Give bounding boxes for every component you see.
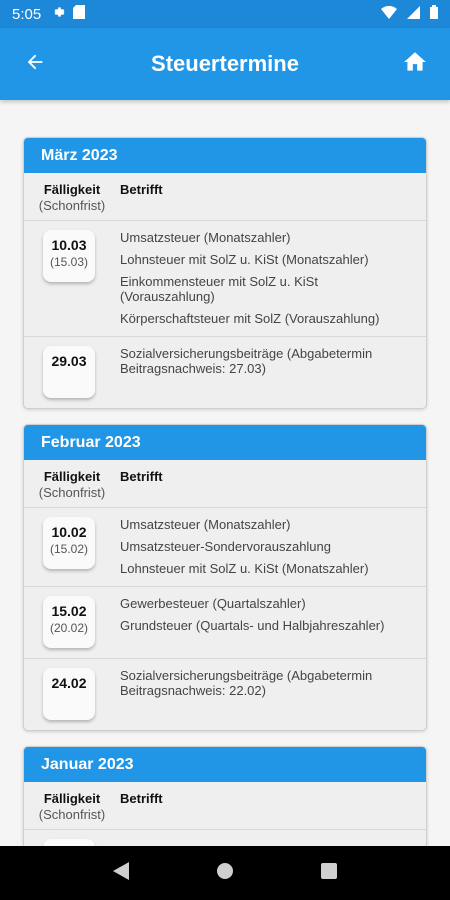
- square-recents-icon: [320, 862, 337, 879]
- grace-date: (20.02): [49, 621, 89, 635]
- date-badge: [43, 839, 95, 846]
- month-title: Februar 2023: [24, 425, 426, 460]
- date-row[interactable]: 24.02 Sozialversicherungsbeiträge (Abgab…: [24, 659, 426, 730]
- grace-date: (15.03): [49, 255, 89, 269]
- tax-item: Umsatzsteuer (Monatszahler): [120, 230, 291, 245]
- back-button[interactable]: [0, 28, 70, 100]
- tax-item: Gewerbesteuer (Quartalszahler): [120, 596, 306, 611]
- circle-home-icon: [216, 862, 233, 879]
- tax-item: Einkommensteuer mit SolZ u. KiSt (Voraus…: [120, 274, 318, 304]
- date-badge: 10.03 (15.03): [43, 230, 95, 282]
- arrow-left-icon: [24, 51, 46, 78]
- subject-column-label: Betrifft: [120, 791, 163, 806]
- tax-item: Umsatzsteuer (Monatszahler): [120, 517, 291, 532]
- signal-icon: [407, 5, 420, 23]
- nav-home-button[interactable]: [216, 862, 234, 885]
- due-column-label: Fälligkeit: [43, 791, 101, 806]
- month-card: März 2023 Fälligkeit (Schonfrist) Betriff…: [23, 137, 427, 409]
- tax-item: Lohnsteuer mit SolZ u. KiSt (Monatszahle…: [120, 252, 369, 267]
- grace-column-label: (Schonfrist): [38, 485, 106, 500]
- gear-icon: [51, 5, 65, 23]
- tax-item: Lohnsteuer mit SolZ u. KiSt (Monatszahle…: [120, 561, 369, 576]
- triangle-back-icon: [113, 861, 130, 880]
- date-row[interactable]: 15.02 (20.02) Gewerbesteuer (Quartalszah…: [24, 587, 426, 659]
- date-badge: 29.03: [43, 346, 95, 398]
- due-date: 10.02: [51, 524, 87, 540]
- month-title: März 2023: [24, 138, 426, 173]
- home-button[interactable]: [380, 28, 450, 100]
- app-bar: Steuertermine: [0, 28, 450, 100]
- due-date: 29.03: [51, 353, 87, 369]
- subject-column-label: Betrifft: [120, 469, 163, 484]
- due-date: 24.02: [51, 675, 87, 691]
- month-card: Februar 2023 Fälligkeit (Schonfrist) Betr…: [23, 424, 427, 731]
- due-column-label: Fälligkeit: [43, 182, 101, 197]
- tax-item: Grundsteuer (Quartals- und Halbjahreszah…: [120, 618, 385, 633]
- home-icon: [402, 49, 428, 80]
- battery-icon: [430, 5, 438, 23]
- subject-column-label: Betrifft: [120, 182, 163, 197]
- grace-column-label: (Schonfrist): [38, 807, 106, 822]
- nav-back-button[interactable]: [113, 861, 130, 885]
- tax-item: Sozialversicherungsbeiträge (Abgabetermi…: [120, 668, 373, 698]
- date-row[interactable]: 29.03 Sozialversicherungsbeiträge (Abgab…: [24, 337, 426, 408]
- tax-item: Umsatzsteuer-Sondervorauszahlung: [120, 539, 331, 554]
- date-row[interactable]: 10.02 (15.02) Umsatzsteuer (Monatszahler…: [24, 508, 426, 587]
- tax-item: Sozialversicherungsbeiträge (Abgabetermi…: [120, 346, 373, 376]
- month-card: Januar 2023 Fälligkeit (Schonfrist) Betri…: [23, 746, 427, 846]
- due-column-label: Fälligkeit: [43, 469, 101, 484]
- nav-recents-button[interactable]: [320, 862, 337, 884]
- page-title: Steuertermine: [151, 51, 299, 76]
- tax-item: Körperschaftsteuer mit SolZ (Vorauszahlu…: [120, 311, 380, 326]
- date-badge: 10.02 (15.02): [43, 517, 95, 569]
- status-bar: 5:05: [0, 0, 450, 28]
- date-row[interactable]: [24, 830, 426, 846]
- due-date: 15.02: [51, 603, 87, 619]
- grace-column-label: (Schonfrist): [38, 198, 106, 213]
- status-time: 5:05: [12, 5, 42, 23]
- sd-card-icon: [73, 5, 86, 23]
- due-date: 10.03: [51, 237, 87, 253]
- column-header: Fälligkeit (Schonfrist) Betrifft: [24, 460, 426, 508]
- wifi-icon: [381, 5, 397, 23]
- system-nav-bar: [0, 846, 450, 900]
- tax-dates-list[interactable]: März 2023 Fälligkeit (Schonfrist) Betriff…: [0, 100, 450, 846]
- date-row[interactable]: 10.03 (15.03) Umsatzsteuer (Monatszahler…: [24, 221, 426, 337]
- month-title: Januar 2023: [24, 747, 426, 782]
- grace-date: (15.02): [49, 542, 89, 556]
- date-badge: 15.02 (20.02): [43, 596, 95, 648]
- date-badge: 24.02: [43, 668, 95, 720]
- column-header: Fälligkeit (Schonfrist) Betrifft: [24, 782, 426, 830]
- column-header: Fälligkeit (Schonfrist) Betrifft: [24, 173, 426, 221]
